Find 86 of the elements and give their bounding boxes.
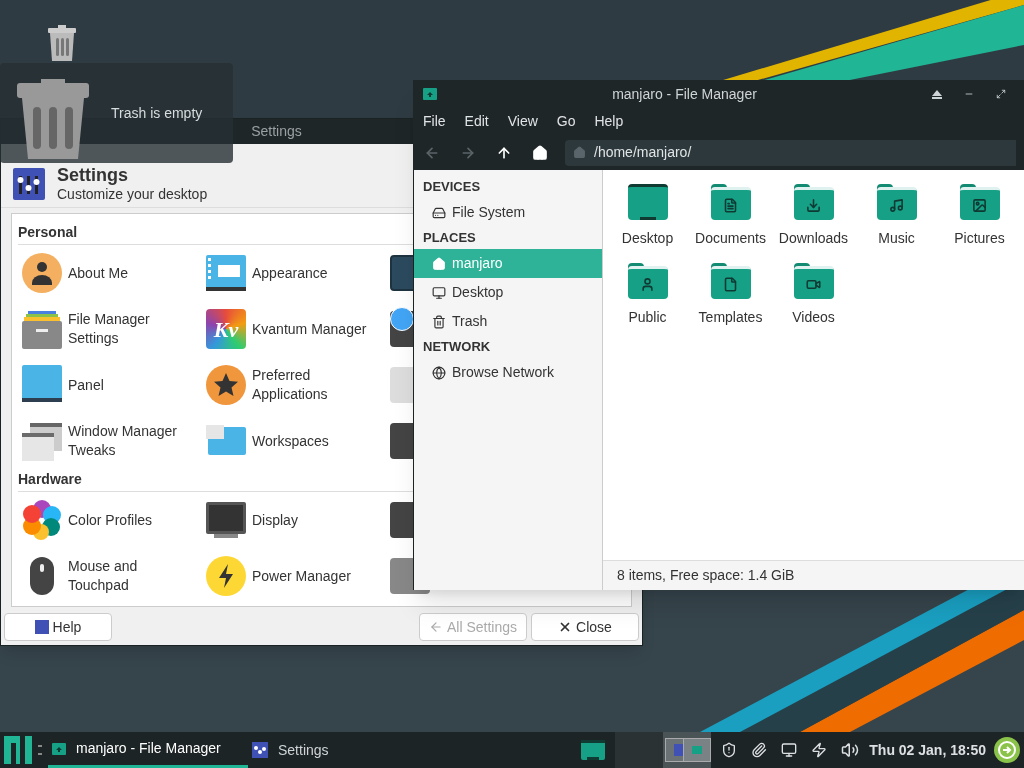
settings-item[interactable]: Power Manager (202, 556, 386, 596)
sidebar-header: DEVICES (422, 178, 482, 197)
status-text: 8 items, Free space: 1.4 GiB (617, 566, 795, 585)
settings-item[interactable]: About Me (18, 253, 202, 293)
trash-icon (17, 79, 91, 159)
kvantum-logo: Kv (206, 309, 246, 349)
shield-icon[interactable] (721, 742, 738, 758)
sliders-icon (252, 742, 268, 758)
window-title: Settings (251, 122, 302, 141)
folder-icon (793, 184, 834, 220)
folder-item[interactable]: Music (855, 184, 938, 263)
trash-icon (432, 314, 446, 329)
folder-icon[interactable] (581, 740, 606, 760)
close-button[interactable]: Close (531, 613, 639, 641)
settings-item[interactable]: File Manager Settings (18, 309, 202, 349)
folder-icon (876, 184, 917, 220)
person-icon (22, 253, 62, 293)
desktop-folder-icon (627, 184, 668, 220)
monitor-icon (432, 285, 446, 300)
lightning-icon (206, 556, 246, 596)
settings-item[interactable]: Panel (18, 365, 202, 405)
globe-icon (432, 365, 446, 380)
folder-icon (423, 88, 437, 100)
sidebar-item[interactable]: Trash (414, 307, 602, 336)
drive-icon (432, 205, 446, 220)
desktop-area (615, 732, 664, 768)
sliders-icon (13, 167, 45, 200)
monitor-icon[interactable] (781, 742, 798, 758)
settings-item[interactable]: Appearance (202, 253, 386, 293)
window-title: manjaro - File Manager (611, 84, 758, 104)
sidebar-item[interactable]: Browse Network (414, 358, 602, 387)
folder-icon (710, 263, 751, 299)
color-flower-icon (22, 500, 62, 540)
lightning-icon[interactable] (811, 742, 828, 758)
settings-item[interactable]: Kv Kvantum Manager (202, 309, 386, 349)
paperclip-icon[interactable] (751, 742, 768, 758)
task-button[interactable]: manjaro - File Manager (48, 732, 248, 768)
triangle-icon[interactable] (932, 89, 942, 99)
folder-icon (710, 184, 751, 220)
sidebar-item[interactable]: Desktop (414, 278, 602, 307)
help-button[interactable]: Help (4, 613, 112, 641)
handle-icon[interactable] (38, 745, 42, 755)
help-icon (34, 620, 49, 634)
drawer-icon (22, 309, 62, 349)
menu-item[interactable]: View (507, 111, 538, 132)
path-field[interactable]: /home/manjaro/ (565, 139, 1016, 166)
panel-icon (22, 365, 62, 405)
menu-item[interactable]: Help (594, 111, 624, 132)
folder-item[interactable]: Downloads (772, 184, 855, 263)
folder-item[interactable]: Documents (689, 184, 772, 263)
trash-icon[interactable] (46, 25, 78, 61)
folder-icon (959, 184, 1000, 220)
menu-item[interactable]: Edit (464, 111, 489, 132)
folder-icon (52, 742, 66, 755)
settings-item[interactable]: Color Profiles (18, 500, 202, 540)
settings-item[interactable]: Mouse and Touchpad (18, 556, 202, 596)
menu-item[interactable]: Go (556, 111, 576, 132)
monitor-icon (206, 500, 246, 540)
tooltip-text: Trash is empty (111, 103, 203, 123)
sidebar-header: PLACES (422, 229, 477, 248)
settings-item[interactable]: Window Manager Tweaks (18, 421, 202, 461)
menu-item[interactable]: File (423, 111, 446, 132)
settings-item[interactable]: Workspaces (202, 421, 386, 461)
windows-icon (22, 421, 62, 461)
home-icon (573, 146, 586, 159)
settings-heading: Settings (57, 164, 129, 185)
folder-item[interactable]: Pictures (938, 184, 1021, 263)
folder-item[interactable]: Public (606, 263, 689, 342)
settings-item[interactable]: Preferred Applications (202, 365, 386, 405)
workspace-switcher[interactable] (663, 732, 712, 768)
home-icon (532, 144, 548, 161)
volume-icon[interactable] (841, 741, 860, 759)
clock[interactable]: Thu 02 Jan, 18:50 (869, 739, 994, 761)
home-icon (432, 256, 446, 271)
folder-item[interactable]: Videos (772, 263, 855, 342)
sidebar-header: NETWORK (422, 338, 492, 357)
folder-icon (793, 263, 834, 299)
folder-icon (627, 263, 668, 299)
window-icon (206, 253, 246, 293)
folder-item[interactable]: Templates (689, 263, 772, 342)
task-button[interactable]: Settings (248, 732, 448, 768)
maximize-icon[interactable] (996, 89, 1006, 99)
settings-subtitle: Customize your desktop (57, 185, 208, 203)
settings-item[interactable]: Display (202, 500, 386, 540)
logo-icon[interactable] (4, 736, 32, 764)
logout-icon[interactable] (994, 737, 1020, 763)
